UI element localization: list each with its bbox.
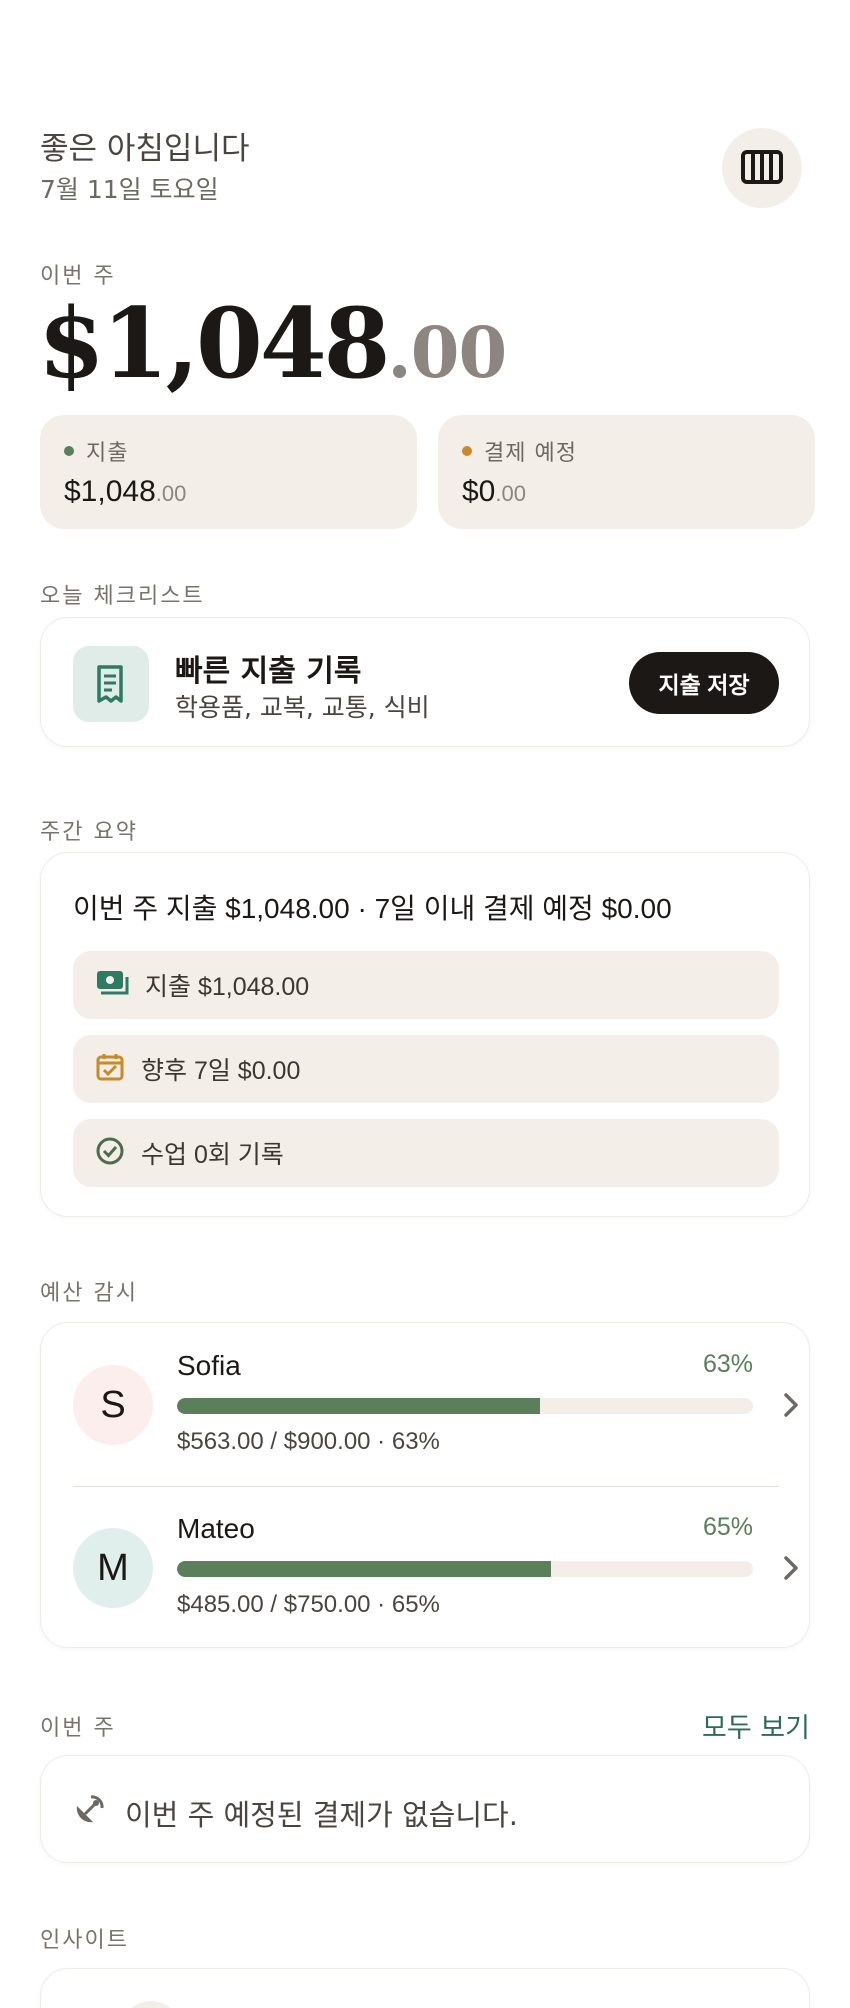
budget-progress-fill: [177, 1561, 552, 1577]
upcoming-empty-card: 이번 주 예정된 결제가 없습니다.: [40, 1755, 810, 1863]
satellite-dish-icon: [73, 1794, 105, 1830]
see-all-link[interactable]: 모두 보기: [700, 1706, 810, 1745]
spent-dot-icon: [64, 446, 74, 456]
insight-avatar: [121, 2001, 181, 2008]
budget-name: Sofia: [177, 1350, 241, 1381]
summary-title: 이번 주 지출 $1,048.00 · 7일 이내 결제 예정 $0.00: [73, 893, 672, 924]
summary-item-text: 향후 7일 $0.00: [141, 1057, 301, 1085]
scheduled-stat-card[interactable]: 결제 예정 $0.00: [438, 415, 815, 529]
budget-progress-track: [177, 1398, 753, 1414]
spent-value-cents: .00: [155, 481, 187, 506]
budget-percent: 63%: [702, 1350, 753, 1378]
columns-icon: [741, 149, 783, 188]
scheduled-value-cents: .00: [495, 481, 526, 506]
budget-card: S Sofia 63% $563.00 / $900.00 · 63% M Ma…: [40, 1322, 810, 1648]
budget-progress-fill: [177, 1398, 540, 1414]
summary-item-spent: 지출 $1,048.00: [73, 951, 779, 1019]
quick-expense-title: 빠른 지출 기록: [175, 654, 362, 689]
quick-expense-subtitle: 학용품, 교복, 교통, 식비: [175, 693, 430, 722]
week-total-amount: $1,048.00: [38, 296, 507, 394]
budget-detail: $485.00 / $750.00 · 65%: [177, 1591, 440, 1618]
budget-percent: 65%: [702, 1513, 753, 1541]
budget-name: Mateo: [177, 1513, 255, 1544]
scheduled-value: $0: [462, 475, 496, 508]
scheduled-dot-icon: [462, 446, 472, 456]
check-circle-icon: [95, 1136, 125, 1170]
insights-section-label: 인사이트: [40, 1928, 129, 1953]
spent-value: $1,048: [64, 475, 156, 508]
spent-label: 지출: [86, 441, 129, 466]
avatar: M: [73, 1528, 153, 1608]
summary-item-text: 수업 0회 기록: [141, 1141, 284, 1169]
moon-icon: [41, 1969, 79, 2008]
chevron-right-icon: [781, 1391, 801, 1423]
greeting-text: 좋은 아침입니다: [40, 131, 250, 167]
avatar: S: [73, 1365, 153, 1445]
chevron-right-icon: [781, 1554, 801, 1586]
week-total-main: $1,048: [38, 287, 390, 400]
scheduled-label: 결제 예정: [484, 441, 577, 466]
budget-progress-track: [177, 1561, 753, 1577]
this-week-label: 이번 주: [40, 264, 116, 289]
budget-section-label: 예산 감시: [40, 1281, 138, 1306]
weekly-summary-card: 이번 주 지출 $1,048.00 · 7일 이내 결제 예정 $0.00 지출…: [40, 852, 810, 1217]
save-expense-button[interactable]: 지출 저장: [629, 652, 779, 714]
upcoming-section-label: 이번 주: [40, 1716, 116, 1741]
receipt-icon: [73, 646, 149, 722]
quick-expense-card[interactable]: 빠른 지출 기록 학용품, 교복, 교통, 식비 지출 저장: [40, 617, 810, 747]
view-toggle-button[interactable]: [722, 128, 802, 208]
week-total-cents: .00: [387, 311, 507, 394]
summary-item-upcoming: 향후 7일 $0.00: [73, 1035, 779, 1103]
summary-item-lessons: 수업 0회 기록: [73, 1119, 779, 1187]
budget-row-sofia[interactable]: S Sofia 63% $563.00 / $900.00 · 63%: [41, 1323, 811, 1486]
summary-section-label: 주간 요약: [40, 820, 138, 845]
budget-detail: $563.00 / $900.00 · 63%: [177, 1428, 440, 1455]
insights-card: [40, 1968, 810, 2008]
spent-stat-card[interactable]: 지출 $1,048.00: [40, 415, 417, 529]
upcoming-empty-text: 이번 주 예정된 결제가 없습니다.: [125, 1798, 518, 1832]
checklist-section-label: 오늘 체크리스트: [40, 584, 205, 609]
summary-item-text: 지출 $1,048.00: [145, 973, 310, 1001]
budget-row-mateo[interactable]: M Mateo 65% $485.00 / $750.00 · 65%: [41, 1486, 811, 1649]
date-text: 7월 11일 토요일: [40, 175, 219, 204]
calendar-check-icon: [95, 1052, 125, 1086]
cash-icon: [95, 969, 129, 1001]
